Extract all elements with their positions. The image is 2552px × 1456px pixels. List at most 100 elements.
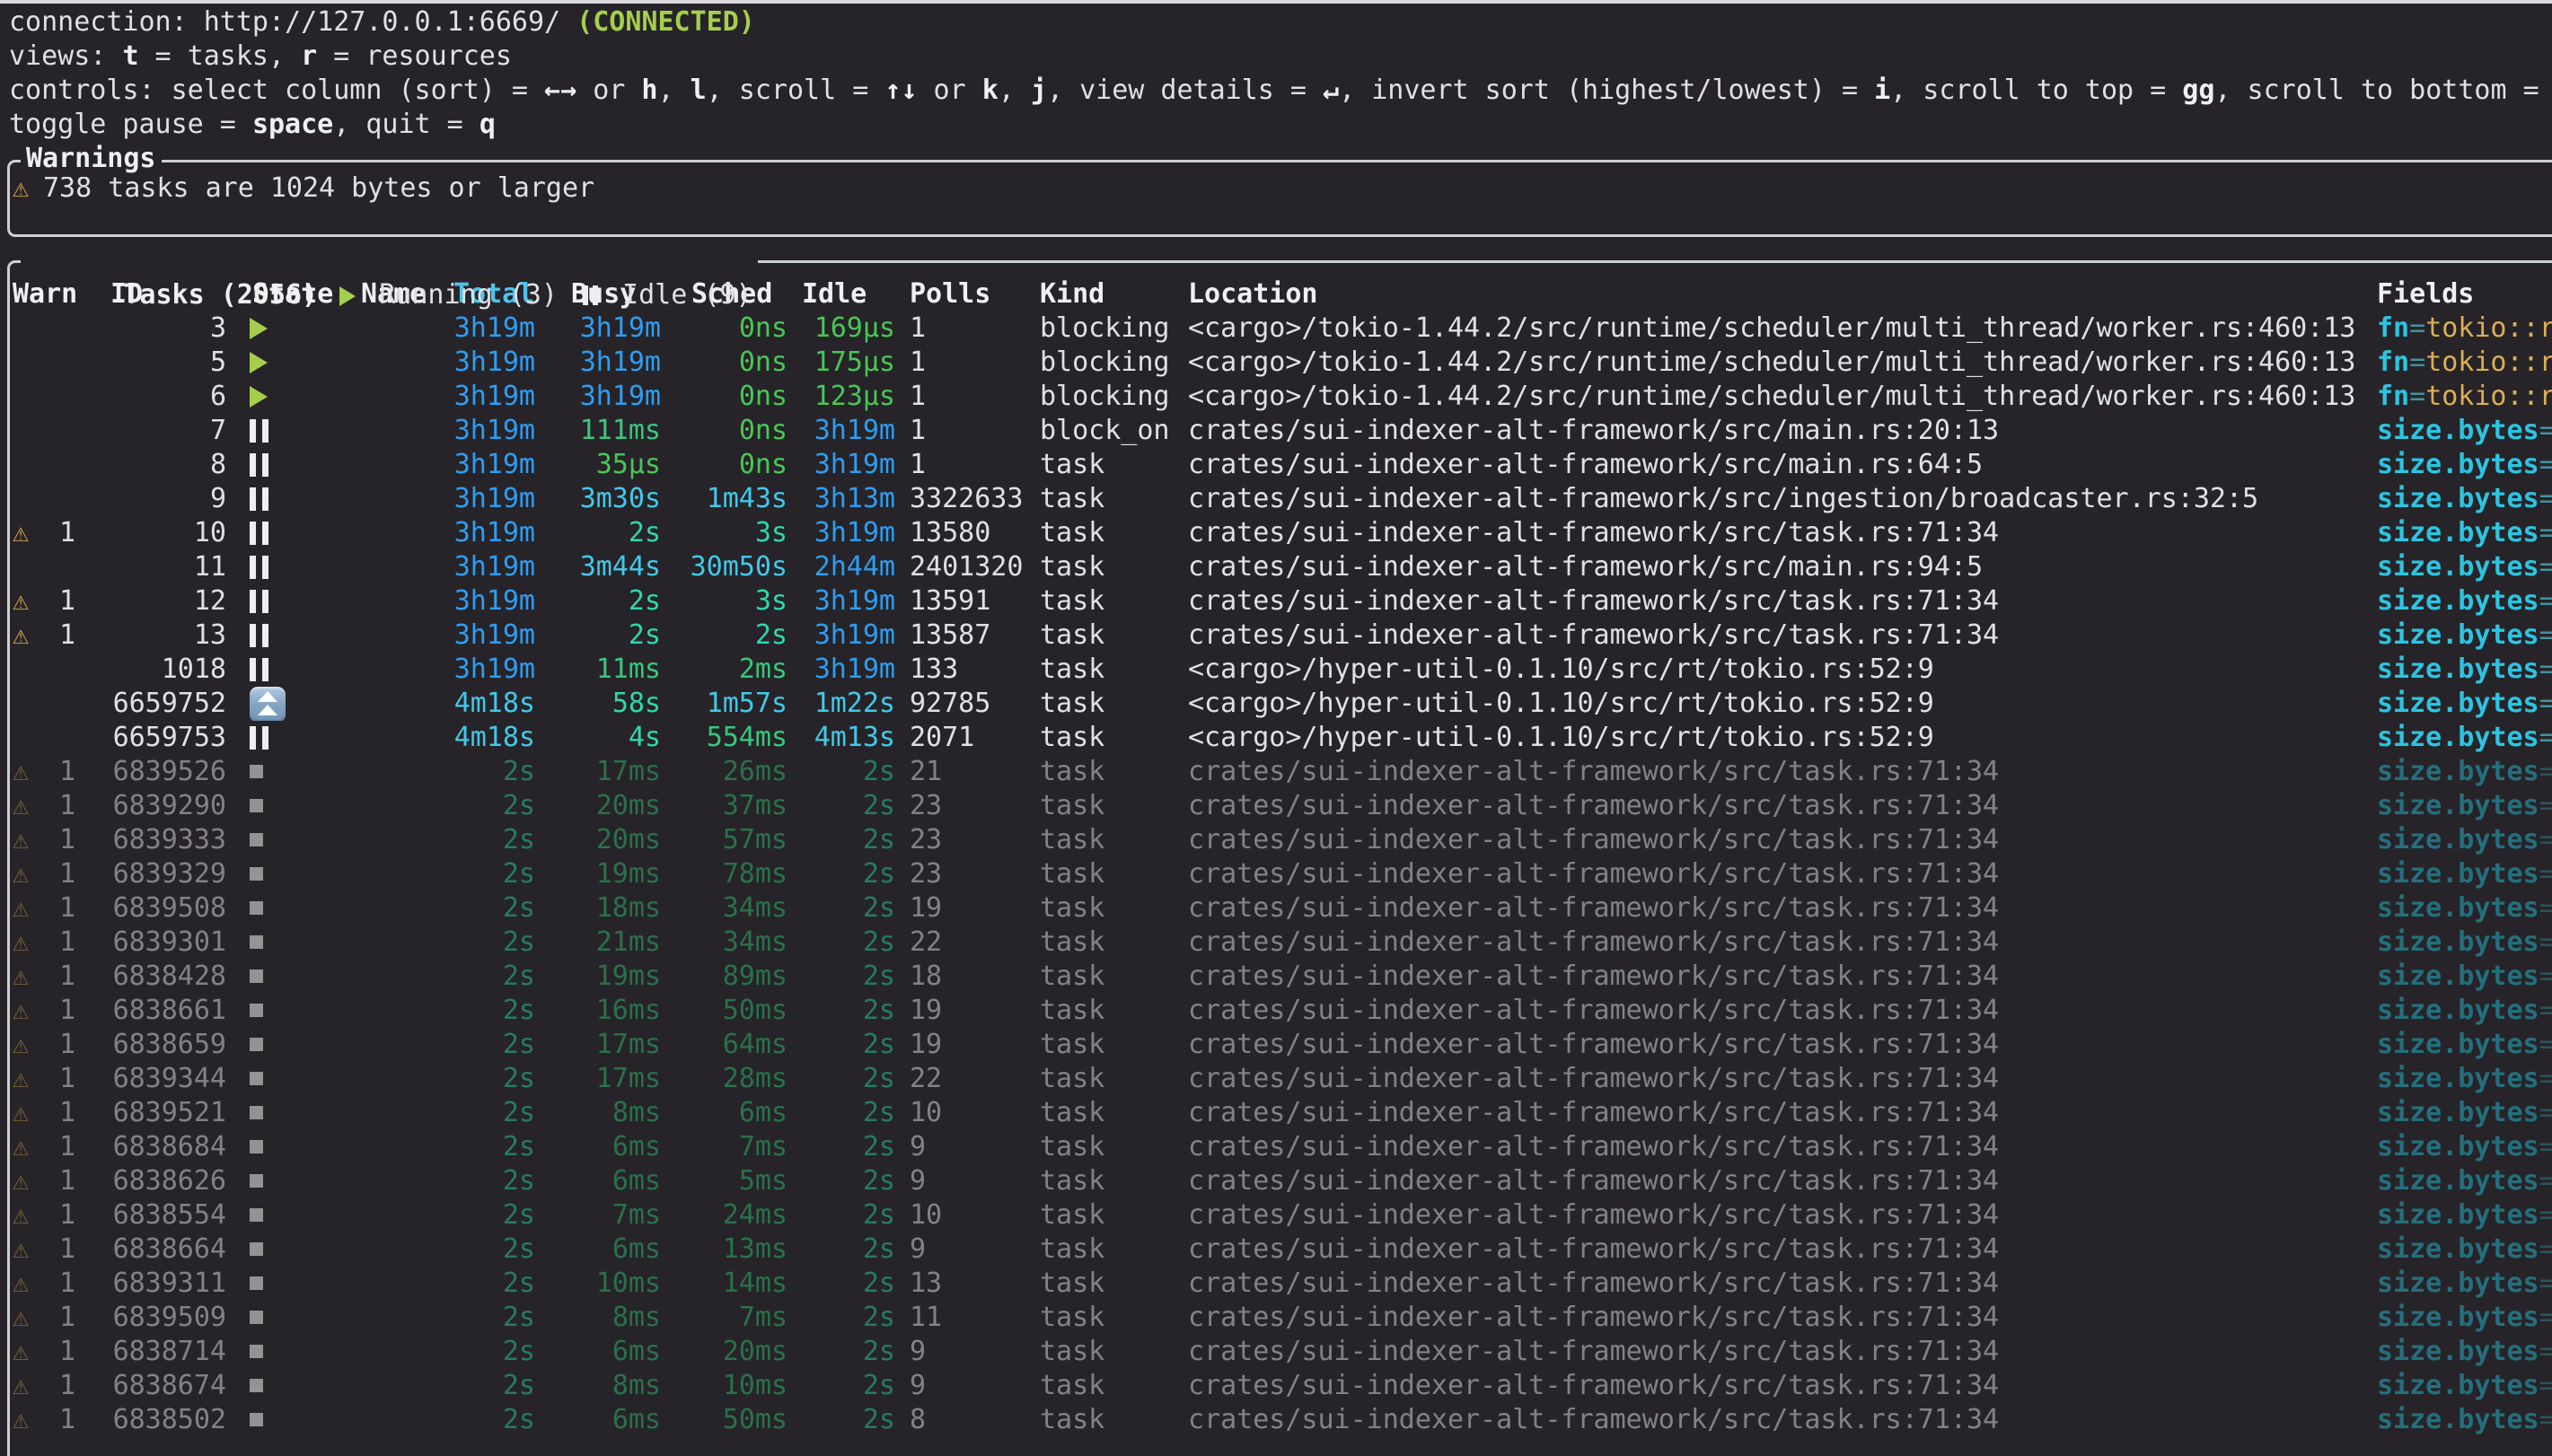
table-row[interactable]: ⚠ 1 6839290 2s 20ms 37ms 2s 23 task crat…: [10, 789, 2552, 823]
cell-fields: size.bytes=: [2373, 448, 2552, 482]
table-row[interactable]: 6 3h19m 3h19m 0ns 123µs 1 blocking <carg…: [10, 380, 2552, 414]
table-row[interactable]: ⚠ 1 6839333 2s 20ms 57ms 2s 23 task crat…: [10, 823, 2552, 857]
table-row[interactable]: ⚠ 1 6838502 2s 6ms 50ms 2s 8 task crates…: [10, 1403, 2552, 1437]
table-row[interactable]: ⚠ 1 6839509 2s 8ms 7ms 2s 11 task crates…: [10, 1301, 2552, 1335]
cell-sched: 7ms: [661, 1301, 788, 1335]
stopped-icon: [250, 1276, 263, 1290]
cell-state: [226, 1028, 339, 1062]
cell-busy: 3h19m: [535, 346, 661, 380]
table-row[interactable]: 3 3h19m 3h19m 0ns 169µs 1 blocking <carg…: [10, 311, 2552, 346]
cell-sched: 20ms: [661, 1335, 788, 1369]
table-row[interactable]: ⚠ 1 6838684 2s 6ms 7ms 2s 9 task crates/…: [10, 1130, 2552, 1164]
stopped-icon: [250, 1174, 263, 1188]
cell-total: 2s: [444, 891, 535, 925]
cell-state: [226, 1403, 339, 1437]
cell-busy: 35µs: [535, 448, 661, 482]
stopped-icon: [250, 1413, 263, 1426]
table-row[interactable]: ⚠ 1 12 3h19m 2s 3s 3h19m 13591 task crat…: [10, 584, 2552, 618]
text-segment: or: [917, 75, 981, 106]
cell-location: <cargo>/tokio-1.44.2/src/runtime/schedul…: [1174, 380, 2373, 414]
cell-busy: 6ms: [535, 1232, 661, 1267]
stopped-icon: [250, 1140, 263, 1153]
table-row[interactable]: ⚠ 1 6839301 2s 21ms 34ms 2s 22 task crat…: [10, 925, 2552, 960]
warning-icon: ⚠: [13, 1369, 43, 1403]
cell-fields: size.bytes=: [2373, 1198, 2552, 1232]
field-key: size.bytes: [2377, 1199, 2539, 1231]
table-row[interactable]: 7 3h19m 111ms 0ns 3h19m 1 block_on crate…: [10, 414, 2552, 448]
cell-location: crates/sui-indexer-alt-framework/src/tas…: [1174, 1130, 2373, 1164]
table-row[interactable]: 6659753 4m18s 4s 554ms 4m13s 2071 task <…: [10, 721, 2552, 755]
cell-warn: ⚠ 1: [10, 1232, 95, 1267]
table-row[interactable]: ⚠ 1 6838659 2s 17ms 64ms 2s 19 task crat…: [10, 1028, 2552, 1062]
cell-busy: 58s: [535, 687, 661, 721]
cell-task-id: 6839344: [95, 1062, 226, 1096]
table-row[interactable]: 9 3h19m 3m30s 1m43s 3h13m 3322633 task c…: [10, 482, 2552, 516]
table-row[interactable]: ⚠ 1 6838664 2s 6ms 13ms 2s 9 task crates…: [10, 1232, 2552, 1267]
table-row[interactable]: ⚠ 1 6839508 2s 18ms 34ms 2s 19 task crat…: [10, 891, 2552, 925]
cell-sched: 2s: [661, 618, 788, 653]
cell-name: [339, 1232, 444, 1267]
text-segment: connection:: [9, 6, 204, 38]
cell-kind: task: [1025, 687, 1174, 721]
table-row[interactable]: ⚠ 1 6838661 2s 16ms 50ms 2s 19 task crat…: [10, 994, 2552, 1028]
cell-busy: 3m30s: [535, 482, 661, 516]
cell-task-id: 6839508: [95, 891, 226, 925]
text-segment: , scroll =: [707, 75, 885, 106]
text-segment: http://127.0.0.1:6669/: [204, 6, 576, 38]
tasks-panel: Tasks (2056) Running (3) Idle (9) Warn I…: [7, 260, 2552, 1456]
cell-state: [226, 960, 339, 994]
cell-idle: 3h19m: [788, 414, 895, 448]
column-header-polls[interactable]: Polls: [895, 277, 1025, 311]
cell-busy: 20ms: [535, 789, 661, 823]
column-header-idle[interactable]: Idle: [788, 277, 895, 311]
field-key: size.bytes: [2377, 1233, 2539, 1265]
cell-sched: 24ms: [661, 1198, 788, 1232]
cell-location: crates/sui-indexer-alt-framework/src/tas…: [1174, 1096, 2373, 1130]
cell-polls: 18: [895, 960, 1025, 994]
table-row[interactable]: ⚠ 1 13 3h19m 2s 2s 3h19m 13587 task crat…: [10, 618, 2552, 653]
cell-idle: 2s: [788, 1232, 895, 1267]
cell-polls: 9: [895, 1369, 1025, 1403]
cell-task-id: 6: [95, 380, 226, 414]
table-row[interactable]: ⚠ 1 6838554 2s 7ms 24ms 2s 10 task crate…: [10, 1198, 2552, 1232]
field-key: size.bytes: [2377, 1063, 2539, 1094]
cell-location: crates/sui-indexer-alt-framework/src/tas…: [1174, 1232, 2373, 1267]
table-row[interactable]: 11 3h19m 3m44s 30m50s 2h44m 2401320 task…: [10, 550, 2552, 584]
column-header-fields[interactable]: Fields: [2373, 277, 2552, 311]
table-row[interactable]: 5 3h19m 3h19m 0ns 175µs 1 blocking <carg…: [10, 346, 2552, 380]
table-row[interactable]: ⚠ 1 6839521 2s 8ms 6ms 2s 10 task crates…: [10, 1096, 2552, 1130]
table-row[interactable]: ⚠ 1 6839526 2s 17ms 26ms 2s 21 task crat…: [10, 755, 2552, 789]
cell-warn: ⚠ 1: [10, 1130, 95, 1164]
running-icon: [250, 352, 268, 373]
cell-sched: 0ns: [661, 448, 788, 482]
table-row[interactable]: ⚠ 1 6838428 2s 19ms 89ms 2s 18 task crat…: [10, 960, 2552, 994]
table-row[interactable]: ⚠ 1 6838714 2s 6ms 20ms 2s 9 task crates…: [10, 1335, 2552, 1369]
field-key: size.bytes: [2377, 585, 2539, 617]
table-row[interactable]: ⚠ 1 6839311 2s 10ms 14ms 2s 13 task crat…: [10, 1267, 2552, 1301]
field-equals: =: [2539, 619, 2552, 651]
field-equals: =: [2539, 926, 2552, 958]
cell-task-id: 6838428: [95, 960, 226, 994]
warning-icon: ⚠: [13, 584, 43, 618]
cell-name: [339, 960, 444, 994]
cell-busy: 6ms: [535, 1164, 661, 1198]
cell-sched: 28ms: [661, 1062, 788, 1096]
table-row[interactable]: 8 3h19m 35µs 0ns 3h19m 1 task crates/sui…: [10, 448, 2552, 482]
table-row[interactable]: ⚠ 1 10 3h19m 2s 3s 3h19m 13580 task crat…: [10, 516, 2552, 550]
cell-idle: 2s: [788, 1062, 895, 1096]
column-header-kind[interactable]: Kind: [1025, 277, 1174, 311]
table-row[interactable]: 6659752 4m18s 58s 1m57s 1m22s 92785 task…: [10, 687, 2552, 721]
cell-state: [226, 1232, 339, 1267]
cell-name: [339, 789, 444, 823]
cell-total: 2s: [444, 1164, 535, 1198]
table-row[interactable]: ⚠ 1 6838626 2s 6ms 5ms 2s 9 task crates/…: [10, 1164, 2552, 1198]
table-row[interactable]: ⚠ 1 6838674 2s 8ms 10ms 2s 9 task crates…: [10, 1369, 2552, 1403]
column-header-location[interactable]: Location: [1174, 277, 2373, 311]
text-segment: , invert sort (highest/lowest) =: [1339, 75, 1874, 106]
table-row[interactable]: ⚠ 1 6839329 2s 19ms 78ms 2s 23 task crat…: [10, 857, 2552, 891]
table-row[interactable]: 1018 3h19m 11ms 2ms 3h19m 133 task <carg…: [10, 653, 2552, 687]
table-row[interactable]: ⚠ 1 6839344 2s 17ms 28ms 2s 22 task crat…: [10, 1062, 2552, 1096]
cell-polls: 19: [895, 994, 1025, 1028]
cell-total: 2s: [444, 925, 535, 960]
paused-icon: [250, 487, 268, 511]
